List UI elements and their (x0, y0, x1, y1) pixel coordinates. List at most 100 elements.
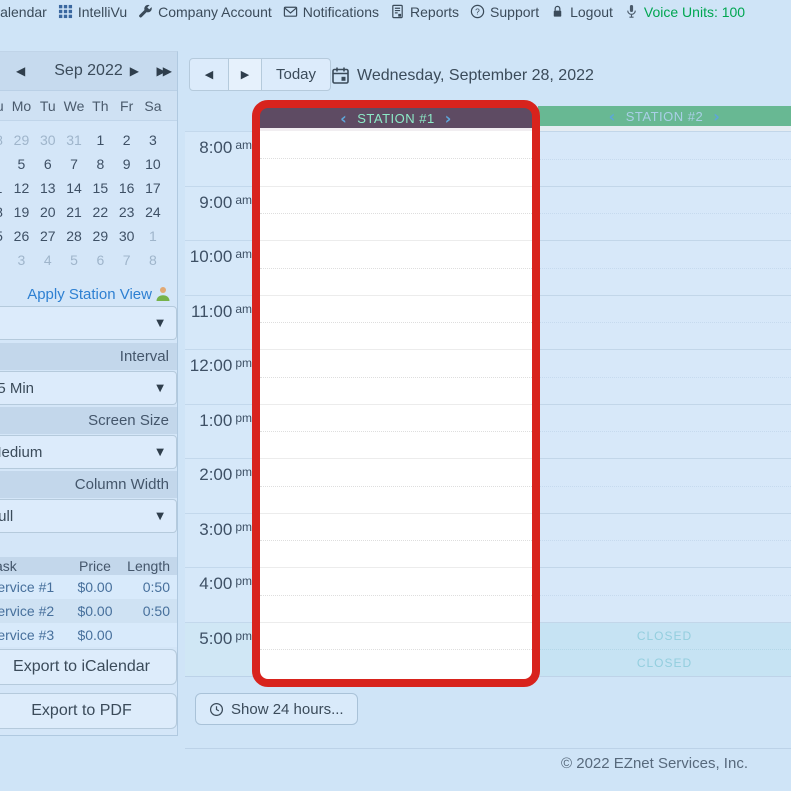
mini-calendar-day[interactable]: 16 (119, 180, 135, 196)
mini-calendar-day[interactable]: 13 (40, 180, 56, 196)
mini-calendar-day[interactable]: 19 (14, 204, 30, 220)
station2-slot[interactable] (538, 131, 791, 186)
next-day-button[interactable]: ▶ (228, 59, 262, 90)
mini-calendar-day[interactable]: 31 (66, 132, 82, 148)
mini-calendar-day[interactable]: 26 (14, 228, 30, 244)
station1-slot[interactable] (260, 349, 532, 404)
time-label: 1:00pm (185, 404, 258, 459)
mini-calendar-prev-button[interactable]: ◀ (16, 64, 25, 78)
mini-calendar-day[interactable]: 9 (123, 156, 131, 172)
station1-slot[interactable] (260, 513, 532, 568)
station2-slot[interactable] (538, 240, 791, 295)
mini-calendar-day[interactable]: 5 (70, 252, 78, 268)
mini-calendar-day[interactable]: 21 (66, 204, 82, 220)
mini-calendar-day[interactable]: 15 (93, 180, 109, 196)
mini-calendar-day[interactable]: 20 (40, 204, 56, 220)
mini-calendar-day[interactable]: 4 (44, 252, 52, 268)
mini-calendar-day[interactable]: 2 (123, 132, 131, 148)
mini-calendar-day[interactable]: 28 (0, 132, 3, 148)
mini-calendar-day[interactable]: 29 (14, 132, 30, 148)
mini-calendar-day[interactable]: 1 (96, 132, 104, 148)
mini-calendar-day[interactable]: 27 (40, 228, 56, 244)
interval-label: Interval (0, 343, 177, 370)
apply-station-view-link[interactable]: Apply Station View (27, 285, 172, 303)
station2-next-icon[interactable]: › (713, 107, 720, 126)
prev-day-button[interactable]: ◀ (190, 59, 228, 90)
mini-calendar-day[interactable]: 3 (18, 252, 26, 268)
mini-calendar-day[interactable]: 18 (0, 204, 3, 220)
station1-slot[interactable] (260, 295, 532, 350)
service-row[interactable]: Service #3$0.00 (0, 623, 178, 647)
mini-calendar-day[interactable]: 14 (66, 180, 82, 196)
station2-slot[interactable] (538, 186, 791, 241)
station2-slot[interactable] (538, 513, 791, 568)
services-table-body: Service #1$0.000:50Service #2$0.000:50Se… (0, 575, 178, 647)
mini-calendar-day[interactable]: 23 (119, 204, 135, 220)
mini-calendar-day[interactable]: 5 (18, 156, 26, 172)
service-row[interactable]: Service #2$0.000:50 (0, 599, 178, 623)
station1-slot[interactable] (260, 186, 532, 241)
station2-slot[interactable] (538, 349, 791, 404)
nav-item-reports[interactable]: Reports (390, 4, 459, 20)
mini-calendar-day[interactable]: 7 (123, 252, 131, 268)
nav-item-support[interactable]: ? Support (470, 4, 539, 20)
nav-item-logout[interactable]: Logout (550, 4, 613, 20)
export-icalendar-button[interactable]: Export to iCalendar (0, 649, 177, 685)
nav-item-calendar[interactable]: Calendar (0, 4, 47, 20)
station2-slot[interactable] (538, 458, 791, 513)
mini-calendar-day[interactable]: 28 (66, 228, 82, 244)
export-pdf-button[interactable]: Export to PDF (0, 693, 177, 729)
today-button[interactable]: Today (262, 59, 330, 90)
station1-next-icon[interactable]: › (445, 109, 452, 128)
interval-select[interactable]: 15 Min ▼ (0, 371, 177, 405)
station1-header[interactable]: ‹ STATION #1 › (260, 108, 532, 128)
column-width-select[interactable]: Full ▼ (0, 499, 177, 533)
station2-slot[interactable] (538, 404, 791, 459)
station1-slot[interactable] (260, 622, 532, 677)
mini-calendar-day[interactable]: 8 (149, 252, 157, 268)
top-nav: Calendar IntelliVu Company Account Notif… (0, 1, 745, 22)
mini-calendar-day[interactable]: 22 (93, 204, 109, 220)
nav-item-notifications[interactable]: Notifications (283, 4, 379, 20)
mini-calendar-day[interactable]: 7 (70, 156, 78, 172)
mini-calendar-day[interactable]: 11 (0, 180, 2, 196)
mini-calendar-day[interactable]: 3 (149, 132, 157, 148)
mini-calendar-day[interactable]: 10 (145, 156, 161, 172)
station1-slot[interactable] (260, 131, 532, 186)
station2-slot[interactable] (538, 567, 791, 622)
mini-calendar-day[interactable]: 25 (0, 228, 3, 244)
mini-calendar-day[interactable]: 8 (96, 156, 104, 172)
svg-text:?: ? (475, 7, 480, 17)
mini-calendar-day[interactable]: 29 (93, 228, 109, 244)
service-row[interactable]: Service #1$0.000:50 (0, 575, 178, 599)
mini-calendar-day[interactable]: 12 (14, 180, 30, 196)
station-view-select[interactable]: ▼ (0, 306, 177, 340)
mini-calendar-day[interactable]: 6 (44, 156, 52, 172)
station2-prev-icon[interactable]: ‹ (609, 107, 616, 126)
time-label: 3:00pm (185, 513, 258, 568)
mini-calendar-day[interactable]: 30 (119, 228, 135, 244)
mini-calendar-next-button[interactable]: ▶ (130, 64, 139, 78)
mini-calendar-day[interactable]: 30 (40, 132, 56, 148)
schedule-main: ◀ ▶ Today Wednesday, September 28, 2022 … (185, 51, 791, 791)
mini-calendar-day[interactable]: 1 (149, 228, 157, 244)
show-24-hours-button[interactable]: Show 24 hours... (195, 693, 358, 725)
mini-calendar-day[interactable]: 24 (145, 204, 161, 220)
station1-prev-icon[interactable]: ‹ (340, 109, 347, 128)
station2-slot[interactable] (538, 295, 791, 350)
station1-slot[interactable] (260, 404, 532, 459)
mini-calendar-day[interactable]: 17 (145, 180, 161, 196)
interval-select-value: 15 Min (0, 380, 34, 397)
mini-calendar-day[interactable]: 6 (96, 252, 104, 268)
screen-size-select[interactable]: Medium ▼ (0, 435, 177, 469)
nav-item-company-account[interactable]: Company Account (138, 4, 272, 20)
station1-slot[interactable] (260, 240, 532, 295)
nav-item-intellivu[interactable]: IntelliVu (58, 4, 127, 20)
half-hour-line (260, 322, 532, 323)
station1-slot[interactable] (260, 458, 532, 513)
mini-calendar-fast-next-button[interactable]: ▶▶ (157, 64, 169, 78)
grid-icon (58, 4, 73, 19)
station1-slot[interactable] (260, 567, 532, 622)
voice-units-label: Voice Units: 100 (644, 4, 745, 20)
station2-header[interactable]: ‹ STATION #2 › (538, 106, 791, 126)
